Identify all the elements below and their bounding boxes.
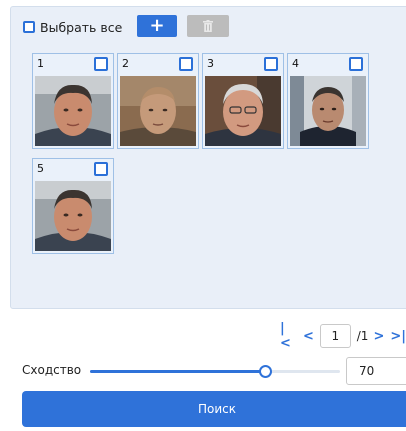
face-checkbox[interactable] xyxy=(264,57,278,71)
next-page-icon[interactable]: > xyxy=(373,329,384,344)
face-checkbox[interactable] xyxy=(179,57,193,71)
pagination: |< < 1 /1 > >| xyxy=(280,321,406,351)
trash-icon xyxy=(203,20,213,32)
add-face-button[interactable]: + xyxy=(137,15,177,37)
face-card[interactable]: 4 xyxy=(287,53,369,149)
search-button[interactable]: Поиск xyxy=(22,391,406,427)
face-card[interactable]: 1 xyxy=(32,53,114,149)
similarity-label: Сходство xyxy=(22,363,82,377)
first-page-icon[interactable]: |< xyxy=(280,321,295,351)
face-number: 5 xyxy=(37,162,44,175)
face-number: 2 xyxy=(122,57,129,70)
face-photo xyxy=(120,76,196,146)
face-photo xyxy=(205,76,281,146)
prev-page-icon[interactable]: < xyxy=(303,329,314,344)
face-number: 1 xyxy=(37,57,44,70)
similarity-slider[interactable] xyxy=(90,365,340,378)
face-photo xyxy=(35,181,111,251)
search-button-label: Поиск xyxy=(197,402,236,416)
delete-face-button[interactable] xyxy=(187,15,229,37)
page-total: /1 xyxy=(356,329,369,343)
select-all-checkbox[interactable] xyxy=(23,21,35,33)
faces-panel: Выбрать все + 1 2 3 4 5 xyxy=(10,6,406,309)
face-number: 3 xyxy=(207,57,214,70)
similarity-slider-handle[interactable] xyxy=(259,365,272,378)
similarity-value-input[interactable]: 70 xyxy=(346,357,406,385)
face-checkbox[interactable] xyxy=(94,162,108,176)
face-card[interactable]: 2 xyxy=(117,53,199,149)
face-card[interactable]: 5 xyxy=(32,158,114,254)
face-checkbox[interactable] xyxy=(94,57,108,71)
select-all-label: Выбрать все xyxy=(40,19,123,35)
page-number-input[interactable]: 1 xyxy=(319,324,351,348)
similarity-slider-fill xyxy=(90,370,265,373)
last-page-icon[interactable]: >| xyxy=(390,329,406,344)
face-checkbox[interactable] xyxy=(349,57,363,71)
face-number: 4 xyxy=(292,57,299,70)
face-card[interactable]: 3 xyxy=(202,53,284,149)
face-photo xyxy=(290,76,366,146)
select-all-control[interactable]: Выбрать все xyxy=(23,15,122,39)
plus-icon: + xyxy=(149,15,165,36)
face-photo xyxy=(35,76,111,146)
